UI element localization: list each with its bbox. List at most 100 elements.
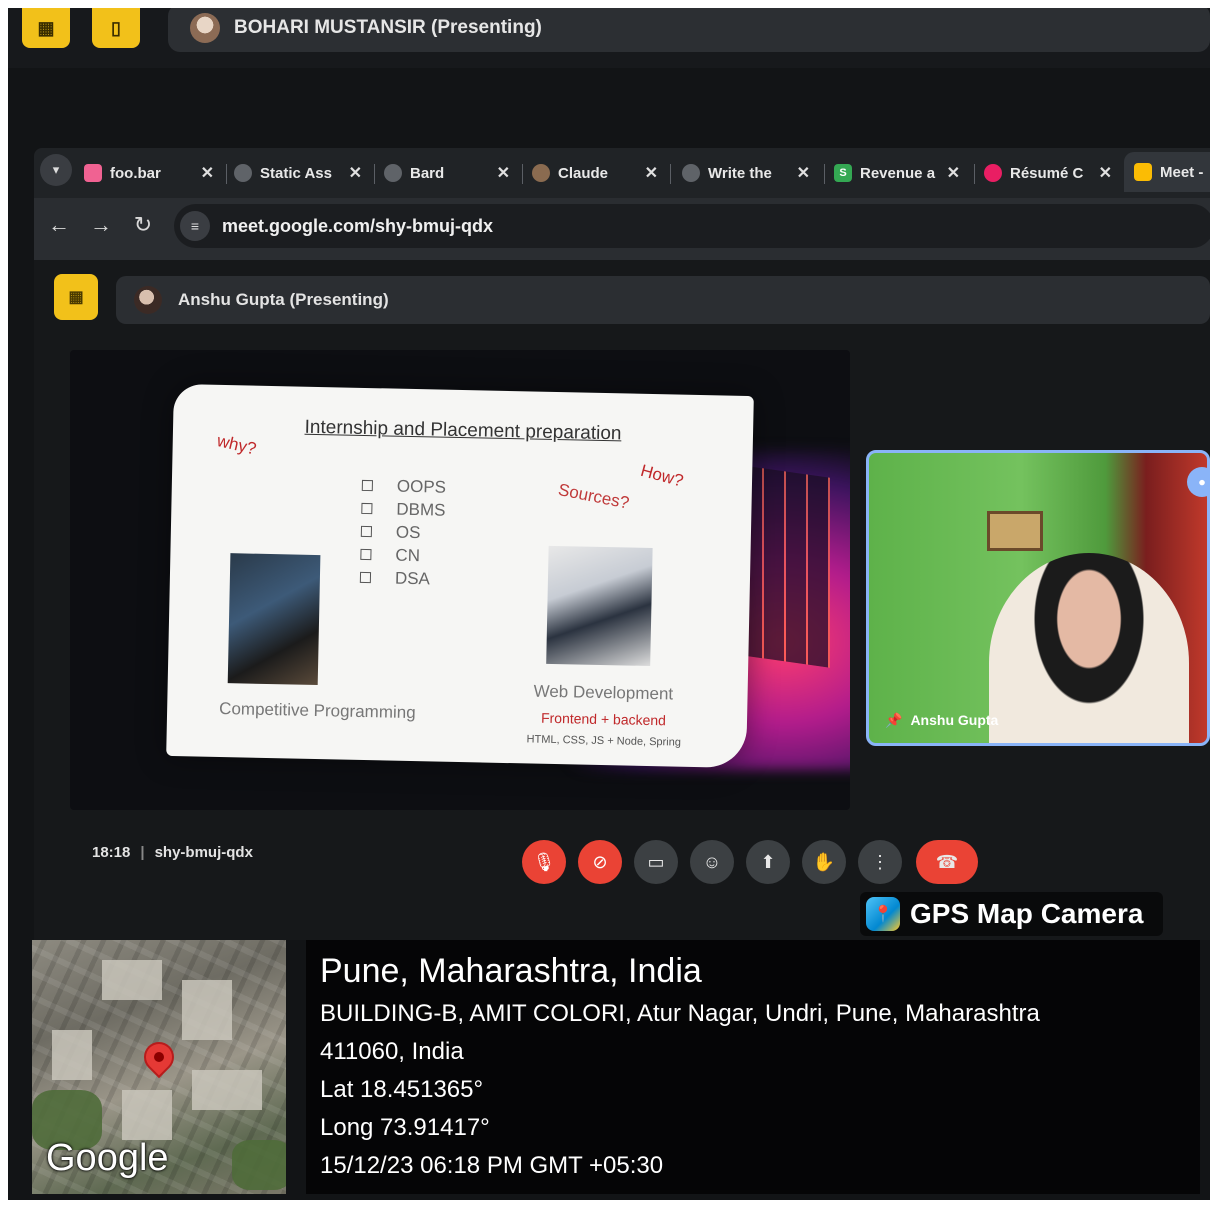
location-info-panel: Pune, Maharashtra, India BUILDING-B, AMI… bbox=[306, 940, 1200, 1194]
speaking-indicator-icon: ⦁ bbox=[1187, 467, 1207, 497]
participant-tile[interactable]: ⦁ 📌 Anshu Gupta bbox=[866, 450, 1210, 746]
checkbox-icon bbox=[360, 525, 373, 538]
tab-label: Claude bbox=[558, 164, 609, 182]
meet-favicon-icon bbox=[1134, 163, 1152, 181]
tab-divider bbox=[226, 164, 227, 184]
tab-revenue[interactable]: S Revenue a ✕ bbox=[834, 158, 960, 188]
tab-label: foo.bar bbox=[110, 164, 161, 182]
tab-write[interactable]: Write the ✕ bbox=[682, 158, 810, 188]
leave-call-icon[interactable]: ☎ bbox=[916, 840, 978, 884]
location-city: Pune, Maharashtra, India bbox=[320, 952, 702, 990]
sheets-favicon-icon: S bbox=[834, 164, 852, 182]
presentation-slide: Internship and Placement preparation why… bbox=[166, 383, 754, 769]
shared-screen: Internship and Placement preparation why… bbox=[70, 350, 850, 810]
tab-divider bbox=[522, 164, 523, 184]
close-icon[interactable]: ✕ bbox=[1099, 163, 1112, 183]
address-bar[interactable]: ≡ meet.google.com/shy-bmuj-qdx bbox=[174, 204, 1210, 248]
tab-divider bbox=[974, 164, 975, 184]
meeting-time: 18:18 bbox=[92, 844, 131, 861]
checkbox-icon bbox=[361, 502, 373, 515]
tab-label: Résumé C bbox=[1010, 164, 1084, 182]
outer-meet-bar: ▦ ▯ BOHARI MUSTANSIR (Presenting) bbox=[8, 8, 1210, 68]
layout-icon[interactable]: ▦ bbox=[54, 274, 98, 320]
close-icon[interactable]: ✕ bbox=[947, 163, 960, 183]
mic-off-icon[interactable]: 🎙 bbox=[522, 840, 566, 884]
forward-arrow-icon[interactable]: → bbox=[86, 210, 116, 240]
slide-sources: Sources? bbox=[556, 479, 631, 513]
close-icon[interactable]: ✕ bbox=[349, 163, 362, 183]
tab-bard[interactable]: Bard ✕ bbox=[384, 158, 510, 188]
participant-label: 📌 Anshu Gupta bbox=[885, 712, 998, 729]
tab-claude[interactable]: Claude ✕ bbox=[532, 158, 658, 188]
tab-divider bbox=[670, 164, 671, 184]
foobar-favicon-icon bbox=[84, 164, 102, 182]
latitude: Lat 18.451365° bbox=[320, 1076, 484, 1103]
tab-meet[interactable]: Meet - bbox=[1124, 152, 1210, 192]
gps-camera-logo-icon: 📍 bbox=[866, 897, 900, 931]
back-arrow-icon[interactable]: ← bbox=[44, 210, 74, 240]
location-pin-icon bbox=[140, 1038, 178, 1076]
list-item: CN bbox=[360, 543, 445, 568]
pin-icon[interactable]: 📌 bbox=[885, 712, 902, 728]
longitude: Long 73.91417° bbox=[320, 1114, 490, 1141]
captions-icon[interactable]: ▭ bbox=[634, 840, 678, 884]
tab-label: Bard bbox=[410, 164, 445, 182]
tab-resume[interactable]: Résumé C ✕ bbox=[984, 158, 1112, 188]
heart-favicon-icon bbox=[984, 164, 1002, 182]
tab-strip: ▾ foo.bar ✕ Static Ass ✕ Bard ✕ Claude ✕ bbox=[34, 148, 1210, 198]
more-options-icon[interactable]: ⋮ bbox=[858, 840, 902, 884]
reload-icon[interactable]: ↻ bbox=[128, 210, 158, 240]
close-icon[interactable]: ✕ bbox=[201, 163, 214, 183]
programming-photo bbox=[227, 553, 321, 686]
slide-how: How? bbox=[638, 460, 686, 491]
map-brand: Google bbox=[46, 1137, 169, 1179]
inner-meet-page: ▦ Anshu Gupta (Presenting) Internship an… bbox=[34, 260, 1210, 940]
slide-right-tiny: HTML, CSS, JS + Node, Spring bbox=[526, 733, 682, 749]
topic-list: OOPS DBMS OS CN DSA bbox=[359, 474, 447, 591]
gps-app-name: GPS Map Camera bbox=[910, 898, 1144, 929]
tab-static-assets[interactable]: Static Ass ✕ bbox=[234, 158, 362, 188]
browser-toolbar: ← → ↻ ≡ meet.google.com/shy-bmuj-qdx bbox=[34, 198, 1210, 260]
tab-divider bbox=[374, 164, 375, 184]
slide-title: Internship and Placement preparation bbox=[304, 416, 622, 445]
layout-icon[interactable]: ▦ bbox=[22, 8, 70, 48]
web-dev-photo bbox=[546, 545, 653, 667]
meeting-code: shy-bmuj-qdx bbox=[154, 844, 253, 861]
camera-off-icon[interactable]: ⊘ bbox=[578, 840, 622, 884]
url-text: meet.google.com/shy-bmuj-qdx bbox=[222, 215, 494, 236]
close-icon[interactable]: ✕ bbox=[645, 163, 658, 183]
outer-presenter-pill: BOHARI MUSTANSIR (Presenting) bbox=[168, 8, 1210, 52]
slide-right-caption: Web Development bbox=[533, 681, 674, 704]
present-screen-icon[interactable]: ⬆ bbox=[746, 840, 790, 884]
tab-label: Write the bbox=[708, 164, 772, 182]
tab-foo-bar[interactable]: foo.bar ✕ bbox=[84, 158, 214, 188]
address-line-1: BUILDING-B, AMIT COLORI, Atur Nagar, Und… bbox=[320, 1000, 1040, 1027]
list-item: DSA bbox=[359, 566, 445, 591]
tab-label: Static Ass bbox=[260, 164, 332, 182]
slide-left-caption: Competitive Programming bbox=[218, 698, 416, 723]
gps-app-badge: 📍 GPS Map Camera bbox=[860, 892, 1164, 936]
map-building bbox=[102, 960, 162, 1000]
tab-search-icon[interactable]: ▾ bbox=[40, 154, 72, 186]
map-building bbox=[122, 1090, 172, 1140]
checkbox-icon bbox=[361, 479, 373, 492]
claude-favicon-icon bbox=[532, 164, 550, 182]
participant-name: Anshu Gupta bbox=[910, 712, 999, 728]
slide-right-sub: Frontend + backend bbox=[540, 709, 667, 729]
close-icon[interactable]: ✕ bbox=[797, 163, 810, 183]
checkbox-icon bbox=[360, 548, 372, 561]
close-icon[interactable]: ✕ bbox=[497, 163, 510, 183]
map-building bbox=[192, 1070, 262, 1110]
inner-presenter-pill: Anshu Gupta (Presenting) bbox=[116, 276, 1210, 324]
map-building bbox=[52, 1030, 92, 1080]
tab-divider bbox=[824, 164, 825, 184]
outer-presenter-name: BOHARI MUSTANSIR (Presenting) bbox=[234, 17, 542, 38]
panel-icon[interactable]: ▯ bbox=[92, 8, 140, 48]
emoji-icon[interactable]: ☺ bbox=[690, 840, 734, 884]
openai-favicon-icon bbox=[682, 164, 700, 182]
inner-presenter-name: Anshu Gupta (Presenting) bbox=[178, 290, 389, 309]
site-settings-icon[interactable]: ≡ bbox=[180, 211, 210, 241]
raise-hand-icon[interactable]: ✋ bbox=[802, 840, 846, 884]
globe-favicon-icon bbox=[234, 164, 252, 182]
list-item: DBMS bbox=[361, 497, 446, 522]
